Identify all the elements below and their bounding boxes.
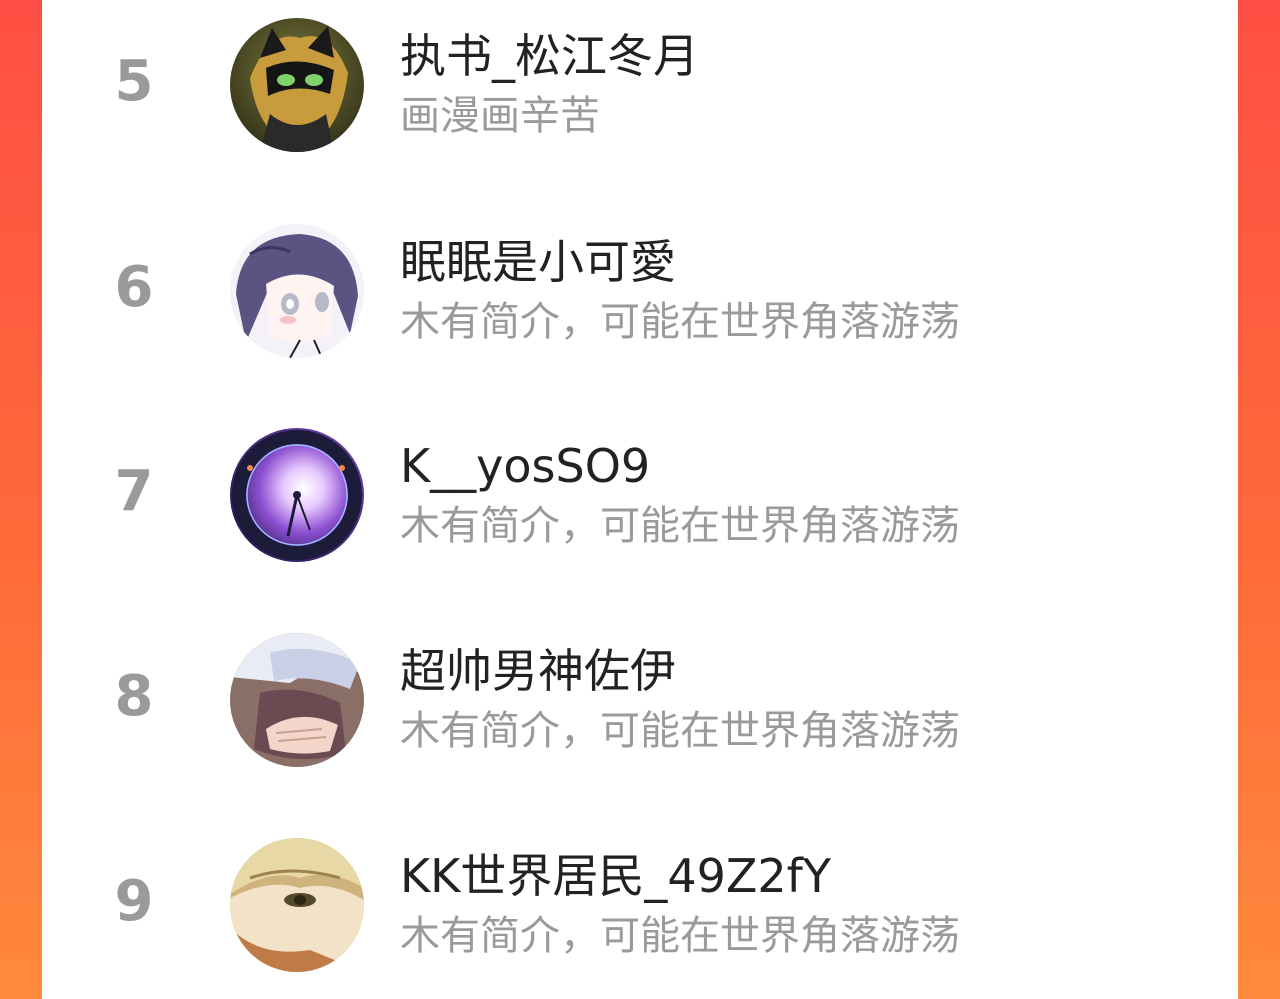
avatar-image bbox=[230, 633, 364, 767]
ranking-page: 5 执书_松江冬月 画漫画辛苦 6 眠眠是小可愛 木有简介，可能在世界角落游荡 … bbox=[0, 0, 1280, 999]
user-bio: 木有简介，可能在世界角落游荡 bbox=[400, 299, 960, 345]
avatar-image bbox=[230, 838, 364, 972]
anime-girl-purple-hair-avatar-icon[interactable] bbox=[230, 224, 364, 358]
avatar-image bbox=[230, 224, 364, 358]
masked-cat-hero-avatar-icon[interactable] bbox=[230, 18, 364, 152]
rank-number: 9 bbox=[114, 869, 154, 934]
ranking-row[interactable]: 9 KK世界居民_49Z2fY 木有简介，可能在世界角落游荡 bbox=[42, 832, 1238, 972]
rank-number: 6 bbox=[114, 255, 154, 320]
avatar-image bbox=[230, 428, 364, 562]
rank-number: 5 bbox=[114, 49, 154, 114]
anime-boy-blond-avatar-icon[interactable] bbox=[230, 838, 364, 972]
user-name[interactable]: KK世界居民_49Z2fY bbox=[400, 848, 831, 904]
user-bio: 木有简介，可能在世界角落游荡 bbox=[400, 503, 960, 549]
user-bio: 木有简介，可能在世界角落游荡 bbox=[400, 708, 960, 754]
user-name[interactable]: K__yosSO9 bbox=[400, 438, 650, 494]
ranking-row[interactable]: 8 超帅男神佐伊 木有简介，可能在世界角落游荡 bbox=[42, 627, 1238, 767]
user-name[interactable]: 超帅男神佐伊 bbox=[400, 643, 676, 699]
ranking-row[interactable]: 5 执书_松江冬月 画漫画辛苦 bbox=[42, 12, 1238, 152]
zodiac-clock-avatar-icon[interactable] bbox=[230, 428, 364, 562]
ranking-row[interactable]: 6 眠眠是小可愛 木有简介，可能在世界角落游荡 bbox=[42, 218, 1238, 358]
user-bio: 木有简介，可能在世界角落游荡 bbox=[400, 913, 960, 959]
avatar-image bbox=[230, 18, 364, 152]
user-bio: 画漫画辛苦 bbox=[400, 93, 600, 139]
rank-number: 7 bbox=[114, 459, 154, 524]
ranking-row[interactable]: 7 K__yosSO9 木有简介，可能在世界角落游荡 bbox=[42, 422, 1238, 562]
anime-hands-avatar-icon[interactable] bbox=[230, 633, 364, 767]
rank-number: 8 bbox=[114, 664, 154, 729]
ranking-list-panel: 5 执书_松江冬月 画漫画辛苦 6 眠眠是小可愛 木有简介，可能在世界角落游荡 … bbox=[42, 0, 1238, 999]
user-name[interactable]: 眠眠是小可愛 bbox=[400, 234, 676, 290]
user-name[interactable]: 执书_松江冬月 bbox=[400, 28, 699, 84]
